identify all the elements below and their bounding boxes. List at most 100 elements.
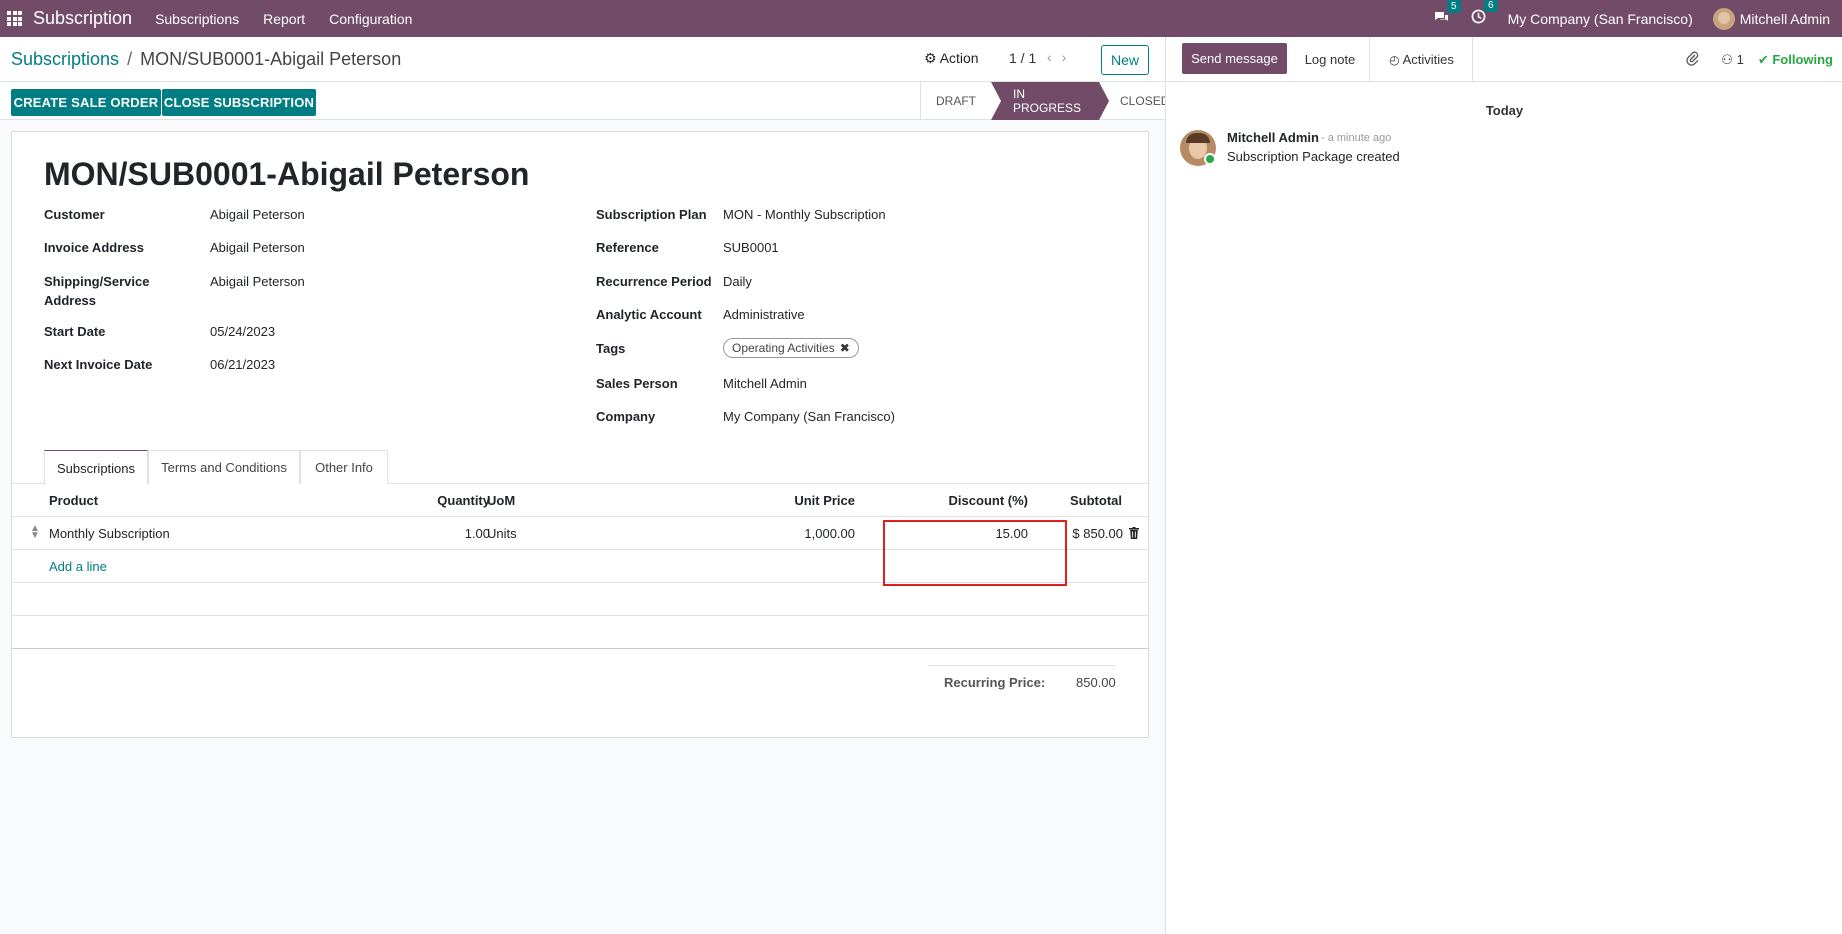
tags-label: Tags [596,341,626,356]
next-invoice-date-field[interactable]: 06/21/2023 [210,357,275,372]
clock-icon: ◴ [1389,52,1400,67]
message-author[interactable]: Mitchell Admin [1227,130,1319,145]
drag-handle-icon[interactable]: ▲ ▼ [30,524,40,541]
line-product[interactable]: Monthly Subscription [49,526,170,541]
create-sale-order-button[interactable]: CREATE SALE ORDER [11,89,161,116]
col-subtotal[interactable]: Subtotal [1070,493,1122,508]
menu-configuration[interactable]: Configuration [329,11,412,27]
invoice-address-field[interactable]: Abigail Peterson [210,240,305,255]
chatter-panel: Send message Log note ◴ Activities ⚇ 1 ✔… [1165,37,1842,934]
next-invoice-date-label: Next Invoice Date [44,357,153,372]
trash-icon[interactable] [1129,527,1139,539]
line-quantity[interactable]: 1.00 [424,526,490,541]
col-quantity[interactable]: Quantity [424,493,490,508]
tag-badge[interactable]: Operating Activities ✖ [723,338,859,358]
customer-field[interactable]: Abigail Peterson [210,207,305,222]
chatter-topbar: Send message Log note ◴ Activities ⚇ 1 ✔… [1166,37,1842,82]
status-bar: CREATE SALE ORDER CLOSE SUBSCRIPTION DRA… [0,82,1169,120]
customer-label: Customer [44,207,105,222]
followers-count: 1 [1736,52,1744,67]
top-navbar: Subscription Subscriptions Report Config… [0,0,1842,37]
recurrence-period-label: Recurrence Period [596,274,712,289]
chevron-left-icon[interactable]: ‹ [1047,49,1062,65]
check-icon: ✔ [1757,52,1769,67]
chevron-right-icon[interactable]: › [1062,49,1077,65]
company-label: Company [596,409,656,424]
invoice-address-label: Invoice Address [44,240,144,255]
user-menu[interactable]: Mitchell Admin [1740,11,1830,27]
messages-badge: 5 [1447,0,1461,13]
table-bottom-border [12,648,1148,649]
breadcrumb-subscriptions[interactable]: Subscriptions [11,49,119,70]
stage-pipeline: DRAFT IN PROGRESS CLOSED [920,82,1184,120]
col-uom[interactable]: UoM [487,493,515,508]
analytic-account-label: Analytic Account [596,307,702,322]
recurrence-period-field[interactable]: Daily [723,274,752,289]
notebook-tabs: Subscriptions Terms and Conditions Other… [12,450,1148,485]
date-separator: Today [1485,103,1524,118]
activities-clock-icon[interactable]: 6 [1471,0,1498,28]
start-date-field[interactable]: 05/24/2023 [210,324,275,339]
analytic-account-field[interactable]: Administrative [723,307,805,322]
following-label: Following [1772,52,1833,67]
tag-remove-icon[interactable]: ✖ [840,341,850,355]
col-product[interactable]: Product [49,493,98,508]
recurring-price-value: 850.00 [1076,675,1116,690]
tab-terms-and-conditions[interactable]: Terms and Conditions [148,450,300,484]
tab-other-info[interactable]: Other Info [300,450,388,484]
activities-button[interactable]: ◴ Activities [1371,37,1473,82]
gear-icon: ⚙ [924,50,937,66]
paperclip-icon[interactable] [1686,51,1699,69]
company-field[interactable]: My Company (San Francisco) [723,409,895,424]
app-name[interactable]: Subscription [33,8,132,29]
lines-table-header: Product Quantity UoM Unit Price Discount… [12,484,1148,517]
user-icon: ⚇ [1721,52,1733,67]
stage-in-progress[interactable]: IN PROGRESS [991,82,1110,120]
subscription-plan-field[interactable]: MON - Monthly Subscription [723,207,886,222]
log-note-button[interactable]: Log note [1291,37,1370,82]
menu-subscriptions[interactable]: Subscriptions [155,11,239,27]
reference-field[interactable]: SUB0001 [723,240,779,255]
menu-report[interactable]: Report [263,11,305,27]
activities-badge: 6 [1484,0,1498,12]
breadcrumb-current: MON/SUB0001-Abigail Peterson [140,48,402,69]
reference-label: Reference [596,240,659,255]
line-uom[interactable]: Units [487,526,517,541]
apps-menu-icon[interactable] [7,11,22,26]
breadcrumb: Subscriptions / MON/SUB0001-Abigail Pete… [11,49,401,70]
tab-subscriptions[interactable]: Subscriptions [44,450,148,485]
close-subscription-button[interactable]: CLOSE SUBSCRIPTION [162,89,316,116]
line-unit-price[interactable]: 1,000.00 [712,526,855,541]
following-button[interactable]: ✔ Following [1758,52,1833,68]
pager-value[interactable]: 1 / 1 [1009,50,1036,66]
send-message-button[interactable]: Send message [1182,43,1287,74]
add-line-link[interactable]: Add a line [49,559,107,574]
user-avatar[interactable] [1712,7,1735,30]
col-discount[interactable]: Discount (%) [892,493,1028,508]
empty-row [12,583,1148,616]
messages-icon[interactable]: 5 [1433,0,1461,28]
subscription-plan-label: Subscription Plan [596,207,707,222]
activities-label: Activities [1402,52,1454,67]
sales-person-label: Sales Person [596,376,678,391]
form-sheet: MON/SUB0001-Abigail Peterson Customer Ab… [11,131,1149,738]
sales-person-field[interactable]: Mitchell Admin [723,376,807,391]
col-unit-price[interactable]: Unit Price [712,493,855,508]
action-button[interactable]: ⚙ Action [924,50,979,67]
record-title[interactable]: MON/SUB0001-Abigail Peterson [44,156,529,193]
start-date-label: Start Date [44,324,106,339]
breadcrumb-separator: / [127,48,133,69]
new-button[interactable]: New [1101,45,1149,75]
action-label: Action [939,50,979,66]
chatter-icons: ⚇ 1 ✔ Following [1686,51,1842,69]
shipping-address-field[interactable]: Abigail Peterson [210,274,305,289]
recurring-price-label: Recurring Price: [944,675,1046,690]
discount-highlight-box [883,520,1067,586]
form-view: Subscriptions / MON/SUB0001-Abigail Pete… [0,37,1169,934]
stage-draft[interactable]: DRAFT [920,82,991,120]
followers-button[interactable]: ⚇ 1 [1721,52,1744,68]
online-status-icon [1204,153,1216,165]
company-switcher[interactable]: My Company (San Francisco) [1508,11,1693,27]
control-panel: Subscriptions / MON/SUB0001-Abigail Pete… [0,37,1165,82]
empty-row [12,616,1148,649]
